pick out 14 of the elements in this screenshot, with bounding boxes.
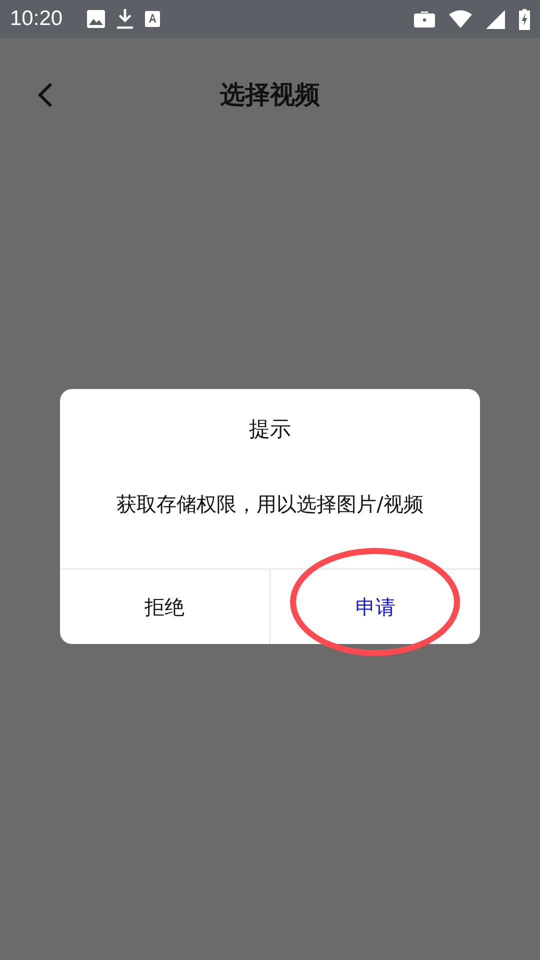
image-icon: [86, 10, 105, 28]
battery-charging-icon: [519, 8, 530, 30]
download-icon: [116, 9, 133, 29]
dialog-title: 提示: [248, 416, 292, 443]
page-title: 选择视频: [220, 78, 320, 110]
signal-icon: [486, 10, 505, 28]
status-time: 10:20: [10, 7, 63, 31]
back-icon[interactable]: [36, 82, 54, 108]
text-icon: [144, 11, 160, 27]
cancel-button[interactable]: 拒绝: [60, 570, 269, 644]
wifi-icon: [449, 10, 472, 28]
dialog-message: 获取存储权限，用以选择图片/视频: [116, 491, 424, 518]
briefcase-icon: [414, 10, 435, 28]
confirm-button[interactable]: 申请: [269, 570, 480, 644]
